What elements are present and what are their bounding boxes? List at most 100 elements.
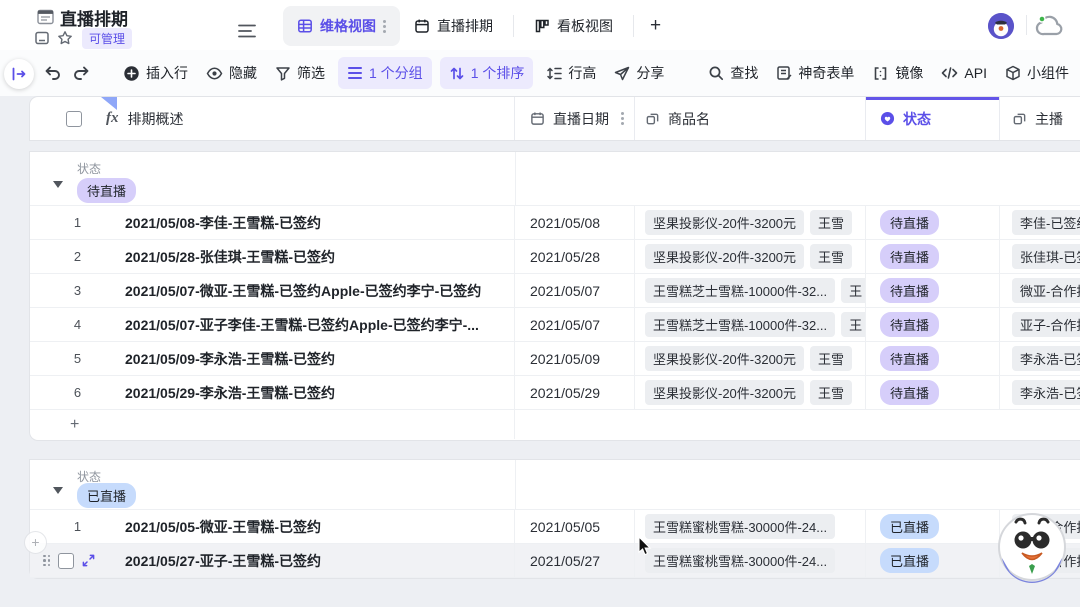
plus-circle-icon xyxy=(123,65,140,82)
product-cell[interactable]: 王雪糕蜜桃雪糕-30000件-24... xyxy=(635,544,866,577)
table-row[interactable]: 12021/05/08-李佳-王雪糕-已签约 2021/05/08 坚果投影仪-… xyxy=(30,206,1080,240)
overview-cell[interactable]: 2021/05/28-张佳琪-王雪糕-已签约 xyxy=(125,247,335,267)
anchor-cell[interactable]: 李永浩-已签约 xyxy=(1000,376,1080,409)
row-number: 4 xyxy=(30,317,125,332)
column-product[interactable]: 商品名 xyxy=(635,97,866,140)
tab-kanban-view[interactable]: 看板视图 xyxy=(520,6,627,46)
drag-handle-icon[interactable] xyxy=(43,555,50,567)
date-cell[interactable]: 2021/05/28 xyxy=(515,240,635,273)
add-view-button[interactable]: + xyxy=(640,9,671,43)
insert-row-button[interactable]: 插入行 xyxy=(114,57,197,89)
bitable-app: { "colors": { "accent": "#5B4FE8", "acce… xyxy=(0,0,1080,607)
column-overview[interactable]: fx 排期概述 xyxy=(30,97,515,140)
table-row[interactable]: 12021/05/05-微亚-王雪糕-已签约 2021/05/05 王雪糕蜜桃雪… xyxy=(30,510,1080,544)
tab-grid-view[interactable]: 维格视图 xyxy=(283,6,400,46)
anchor-cell[interactable]: 亚子-合作拍档 xyxy=(1000,308,1080,341)
overview-cell[interactable]: 2021/05/29-李永浩-王雪糕-已签约 xyxy=(125,383,335,403)
star-icon[interactable] xyxy=(57,30,73,46)
column-menu-icon[interactable] xyxy=(621,112,624,125)
date-cell[interactable]: 2021/05/05 xyxy=(515,510,635,543)
add-row[interactable]: + xyxy=(30,410,1080,439)
magic-form-button[interactable]: 神奇表单 xyxy=(767,57,863,89)
status-cell[interactable]: 待直播 xyxy=(866,206,1000,239)
redo-icon[interactable] xyxy=(72,65,90,81)
api-button[interactable]: API xyxy=(932,59,996,87)
status-cell[interactable]: 待直播 xyxy=(866,376,1000,409)
row-number: 6 xyxy=(30,385,125,400)
overview-cell[interactable]: 2021/05/07-微亚-王雪糕-已签约Apple-已签约李宁-已签约 xyxy=(125,281,481,301)
group-done: 状态 已直播 12021/05/05-微亚-王雪糕-已签约 2021/05/05… xyxy=(30,460,1080,578)
product-cell[interactable]: 王雪糕芝士雪糕-10000件-32...王 xyxy=(635,274,866,307)
table-row[interactable]: 22021/05/28-张佳琪-王雪糕-已签约 2021/05/28 坚果投影仪… xyxy=(30,240,1080,274)
overview-cell[interactable]: 2021/05/05-微亚-王雪糕-已签约 xyxy=(125,517,321,537)
anchor-cell[interactable]: 张佳琪-已签约 xyxy=(1000,240,1080,273)
product-cell[interactable]: 坚果投影仪-20件-3200元王雪 xyxy=(635,376,866,409)
group-button[interactable]: 1 个分组 xyxy=(338,57,432,89)
group-header[interactable]: 状态 待直播 xyxy=(30,152,1080,206)
product-cell[interactable]: 王雪糕蜜桃雪糕-30000件-24... xyxy=(635,510,866,543)
date-cell[interactable]: 2021/05/29 xyxy=(515,376,635,409)
table-row[interactable]: 42021/05/07-亚子李佳-王雪糕-已签约Apple-已签约李宁-... … xyxy=(30,308,1080,342)
find-button[interactable]: 查找 xyxy=(699,57,767,89)
frozen-corner-marker xyxy=(101,97,117,110)
tab-calendar-view[interactable]: 直播排期 xyxy=(400,6,507,46)
group-value-pill: 待直播 xyxy=(77,178,136,203)
anchor-cell[interactable]: 李永浩-已签约 xyxy=(1000,342,1080,375)
sort-button[interactable]: 1 个排序 xyxy=(440,57,534,89)
user-avatar[interactable] xyxy=(988,13,1014,39)
add-row-plus[interactable]: + xyxy=(70,416,79,434)
overview-cell[interactable]: 2021/05/08-李佳-王雪糕-已签约 xyxy=(125,213,321,233)
column-date[interactable]: 直播日期 xyxy=(515,97,635,140)
collapse-triangle-icon[interactable] xyxy=(53,181,63,188)
date-cell[interactable]: 2021/05/07 xyxy=(515,274,635,307)
product-cell[interactable]: 王雪糕芝士雪糕-10000件-32...王 xyxy=(635,308,866,341)
date-cell[interactable]: 2021/05/27 xyxy=(515,544,635,577)
note-icon[interactable] xyxy=(34,30,50,46)
expand-record-icon[interactable] xyxy=(82,554,95,567)
permission-badge: 可管理 xyxy=(82,28,132,49)
column-status[interactable]: 状态 xyxy=(866,97,1000,140)
table-row[interactable]: 62021/05/29-李永浩-王雪糕-已签约 2021/05/29 坚果投影仪… xyxy=(30,376,1080,410)
product-cell[interactable]: 坚果投影仪-20件-3200元王雪 xyxy=(635,240,866,273)
row-height-button[interactable]: 行高 xyxy=(537,57,605,89)
table-row[interactable]: 52021/05/09-李永浩-王雪糕-已签约 2021/05/09 坚果投影仪… xyxy=(30,342,1080,376)
collapse-triangle-icon[interactable] xyxy=(53,487,63,494)
status-cell[interactable]: 待直播 xyxy=(866,308,1000,341)
status-cell[interactable]: 待直播 xyxy=(866,240,1000,273)
filter-button[interactable]: 筛选 xyxy=(266,57,334,89)
widget-button[interactable]: 小组件 xyxy=(996,57,1078,89)
status-cell[interactable]: 已直播 xyxy=(866,544,1000,577)
table-header: fx 排期概述 直播日期 商品名 状态 主播 xyxy=(30,97,1080,140)
group-header[interactable]: 状态 已直播 xyxy=(30,460,1080,510)
view-list-icon[interactable] xyxy=(238,24,256,38)
date-cell[interactable]: 2021/05/09 xyxy=(515,342,635,375)
form-icon xyxy=(776,65,792,81)
column-label: 商品名 xyxy=(668,109,710,129)
mirror-button[interactable]: 镜像 xyxy=(863,57,932,89)
date-cell[interactable]: 2021/05/07 xyxy=(515,308,635,341)
overview-cell[interactable]: 2021/05/09-李永浩-王雪糕-已签约 xyxy=(125,349,335,369)
code-icon xyxy=(941,66,958,80)
product-cell[interactable]: 坚果投影仪-20件-3200元王雪 xyxy=(635,206,866,239)
hide-fields-button[interactable]: 隐藏 xyxy=(197,57,266,89)
status-cell[interactable]: 待直播 xyxy=(866,342,1000,375)
select-all-checkbox[interactable] xyxy=(66,111,82,127)
product-cell[interactable]: 坚果投影仪-20件-3200元王雪 xyxy=(635,342,866,375)
anchor-cell[interactable]: 微亚-合作拍档 xyxy=(1000,274,1080,307)
share-button[interactable]: 分享 xyxy=(605,57,673,89)
expand-sidebar-button[interactable] xyxy=(4,59,34,89)
table-row[interactable]: 32021/05/07-微亚-王雪糕-已签约Apple-已签约李宁-已签约 20… xyxy=(30,274,1080,308)
row-checkbox[interactable] xyxy=(58,553,74,569)
overview-cell[interactable]: 2021/05/27-亚子-王雪糕-已签约 xyxy=(125,551,321,571)
status-cell[interactable]: 已直播 xyxy=(866,510,1000,543)
column-anchor[interactable]: 主播 xyxy=(1000,97,1080,140)
search-icon xyxy=(708,65,724,81)
status-cell[interactable]: 待直播 xyxy=(866,274,1000,307)
insert-row-hover-button[interactable]: + xyxy=(24,531,47,554)
anchor-cell[interactable]: 李佳-已签约 xyxy=(1000,206,1080,239)
table-row-hovered[interactable]: 2021/05/27-亚子-王雪糕-已签约 2021/05/27 王雪糕蜜桃雪糕… xyxy=(30,544,1080,578)
date-cell[interactable]: 2021/05/08 xyxy=(515,206,635,239)
undo-icon[interactable] xyxy=(44,65,62,81)
tab-menu-icon[interactable] xyxy=(383,20,386,33)
overview-cell[interactable]: 2021/05/07-亚子李佳-王雪糕-已签约Apple-已签约李宁-... xyxy=(125,315,479,335)
